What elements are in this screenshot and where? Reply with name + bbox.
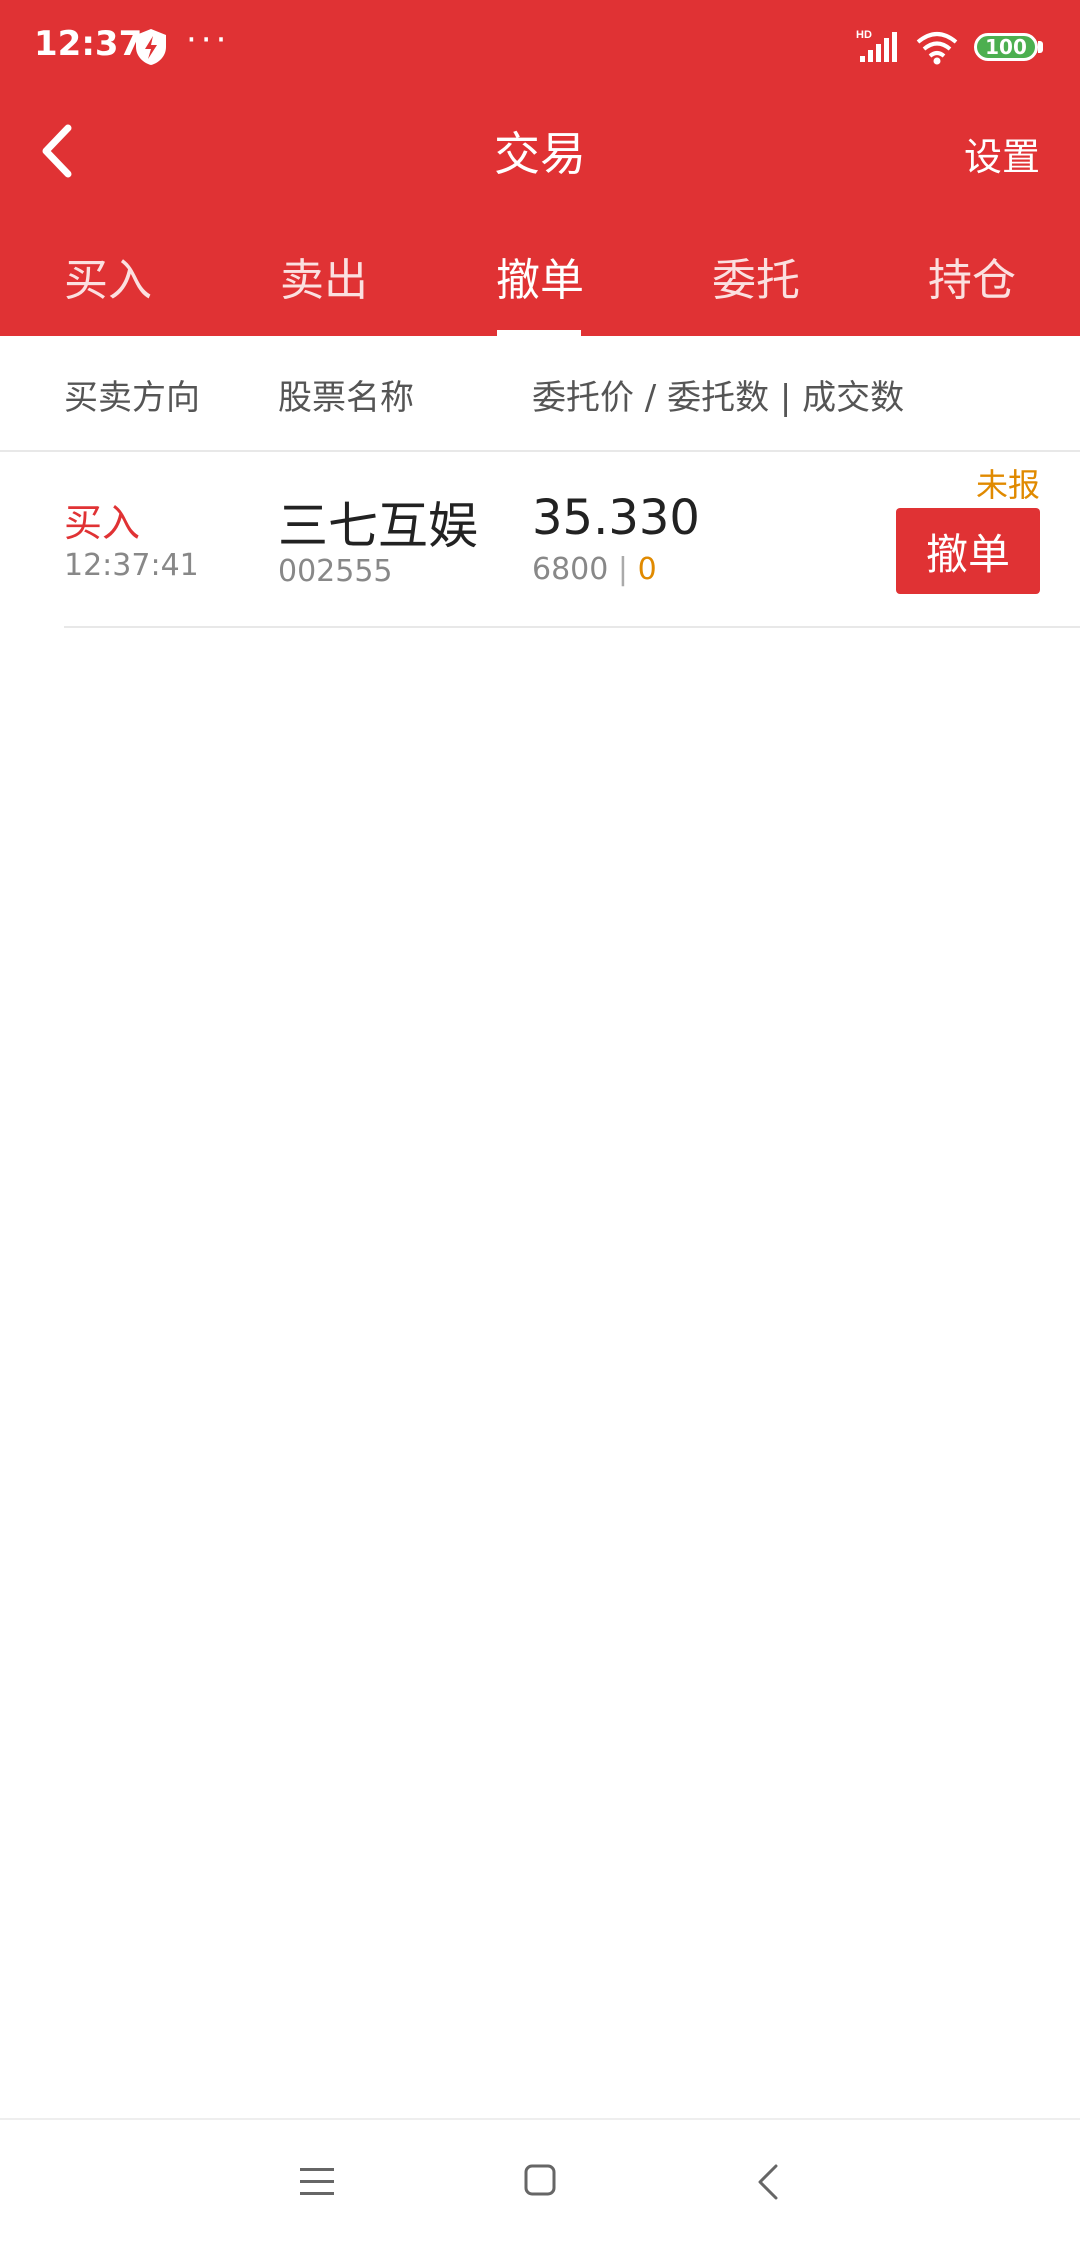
home-icon[interactable] [524, 2164, 556, 2196]
col-direction: 买卖方向 [64, 378, 200, 418]
svg-text:HD: HD [856, 29, 872, 41]
settings-button[interactable]: 设置 [964, 126, 1040, 181]
order-time: 12:37:41 [64, 548, 199, 583]
status-badge: 未报 [975, 466, 1040, 504]
tab-cancel-order[interactable]: 撤单 [432, 230, 648, 336]
col-stock-name: 股票名称 [278, 378, 414, 418]
menu-icon[interactable] [300, 2166, 334, 2198]
order-price: 35.330 [532, 490, 700, 546]
row-divider [64, 626, 1080, 628]
shield-bolt-icon [136, 29, 166, 65]
trade-tabs: 买入 卖出 撤单 委托 持仓 [0, 230, 1080, 336]
system-nav-bar [0, 2118, 1080, 2248]
col-price-qty: 委托价 / 委托数 | 成交数 [532, 378, 905, 418]
page-title: 交易 [494, 127, 586, 181]
tab-buy[interactable]: 买入 [0, 230, 216, 336]
battery-icon: 100 [974, 33, 1038, 61]
stock-name: 三七互娱 [278, 497, 478, 555]
filled-quantity: 0 [637, 552, 657, 587]
order-quantity: 6800 [532, 552, 609, 587]
back-icon[interactable] [756, 2162, 780, 2202]
battery-level: 100 [985, 35, 1027, 59]
status-time: 12:37 [34, 24, 143, 64]
stock-code: 002555 [278, 554, 393, 589]
cancel-order-button[interactable]: 撤单 [896, 508, 1040, 594]
nav-bar: 交易 设置 [0, 96, 1080, 206]
qty-separator: | [617, 552, 629, 587]
battery-cap [1038, 41, 1043, 53]
qty-line: 6800 | 0 [532, 552, 657, 587]
chevron-left-icon[interactable] [30, 116, 90, 186]
wifi-icon [916, 32, 958, 65]
order-direction: 买入 [64, 501, 141, 545]
status-bar: 12:37 ··· HD 100 [0, 0, 1080, 96]
tab-orders[interactable]: 委托 [648, 230, 864, 336]
column-header: 买卖方向 股票名称 委托价 / 委托数 | 成交数 [0, 336, 1080, 452]
hd-signal-icon: HD [856, 29, 897, 62]
table-row: 买入 12:37:41 三七互娱 002555 35.330 6800 | 0 … [0, 452, 1080, 628]
tab-positions[interactable]: 持仓 [864, 230, 1080, 336]
app-header: 12:37 ··· HD 100 交易 设置 买入 卖出 撤单 委托 持仓 [0, 0, 1080, 336]
tab-sell[interactable]: 卖出 [216, 230, 432, 336]
more-dots-icon: ··· [186, 20, 231, 60]
